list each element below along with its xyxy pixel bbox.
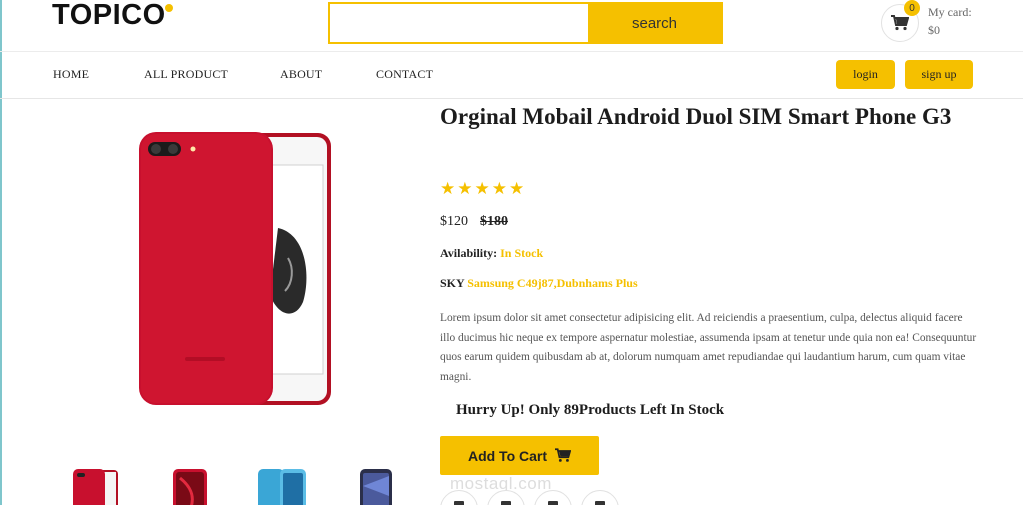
rating-stars: ★ ★ ★ ★ ★ bbox=[440, 181, 524, 198]
action-icon bbox=[454, 501, 464, 505]
signup-button[interactable]: sign up bbox=[905, 60, 973, 89]
star-icon: ★ bbox=[491, 179, 507, 199]
action-button[interactable] bbox=[581, 490, 619, 505]
product-thumbnail[interactable] bbox=[160, 466, 220, 505]
product-description: Lorem ipsum dolor sit amet consectetur a… bbox=[440, 312, 977, 383]
logo[interactable]: TOPICO bbox=[52, 0, 173, 31]
left-border bbox=[0, 0, 2, 505]
nav-divider-bottom bbox=[0, 98, 1023, 99]
star-icon: ★ bbox=[509, 179, 525, 199]
current-price: $120 bbox=[440, 214, 468, 229]
action-icon bbox=[548, 501, 558, 505]
action-icon bbox=[501, 501, 511, 505]
login-button[interactable]: login bbox=[836, 60, 895, 89]
sku: SKY Samsung C49j87,Dubnhams Plus bbox=[440, 276, 638, 291]
search-input[interactable] bbox=[330, 4, 588, 42]
star-icon: ★ bbox=[440, 179, 456, 199]
cart-label: My card: bbox=[928, 5, 972, 19]
search-bar: search bbox=[328, 2, 723, 44]
stock-note: Hurry Up! Only 89Products Left In Stock bbox=[456, 402, 725, 418]
nav-divider-top bbox=[0, 51, 1023, 52]
product-main-image bbox=[139, 132, 331, 405]
nav-item-home[interactable]: HOME bbox=[53, 67, 89, 82]
product-title: Orginal Mobail Android Duol SIM Smart Ph… bbox=[440, 104, 952, 129]
add-to-cart-label: Add To Cart bbox=[467, 447, 548, 464]
product-thumbnail[interactable] bbox=[252, 466, 312, 505]
availability: Avilability: In Stock bbox=[440, 246, 543, 261]
product-thumbnail[interactable] bbox=[346, 466, 406, 505]
nav-item-all-product[interactable]: ALL PRODUCT bbox=[144, 67, 228, 82]
logo-text: TOPICO bbox=[52, 0, 166, 31]
action-icon bbox=[595, 501, 605, 505]
nav-item-about[interactable]: ABOUT bbox=[280, 67, 322, 82]
old-price: $180 bbox=[480, 214, 508, 229]
add-to-cart-button[interactable]: Add To Cart bbox=[440, 436, 599, 475]
sku-value: Samsung C49j87,Dubnhams Plus bbox=[467, 276, 638, 290]
availability-value: In Stock bbox=[500, 246, 544, 260]
product-thumbnail[interactable] bbox=[68, 466, 128, 505]
star-icon: ★ bbox=[457, 179, 473, 199]
cart-amount: $0 bbox=[928, 23, 940, 37]
sku-label: SKY bbox=[440, 276, 465, 290]
cart-count-badge: 0 bbox=[904, 0, 920, 16]
star-icon: ★ bbox=[474, 179, 490, 199]
cart-icon bbox=[555, 448, 572, 462]
search-button[interactable]: search bbox=[588, 4, 721, 42]
cart-icon bbox=[891, 15, 909, 31]
logo-dot bbox=[164, 4, 173, 12]
nav-item-contact[interactable]: CONTACT bbox=[376, 67, 433, 82]
availability-label: Avilability: bbox=[440, 246, 498, 260]
